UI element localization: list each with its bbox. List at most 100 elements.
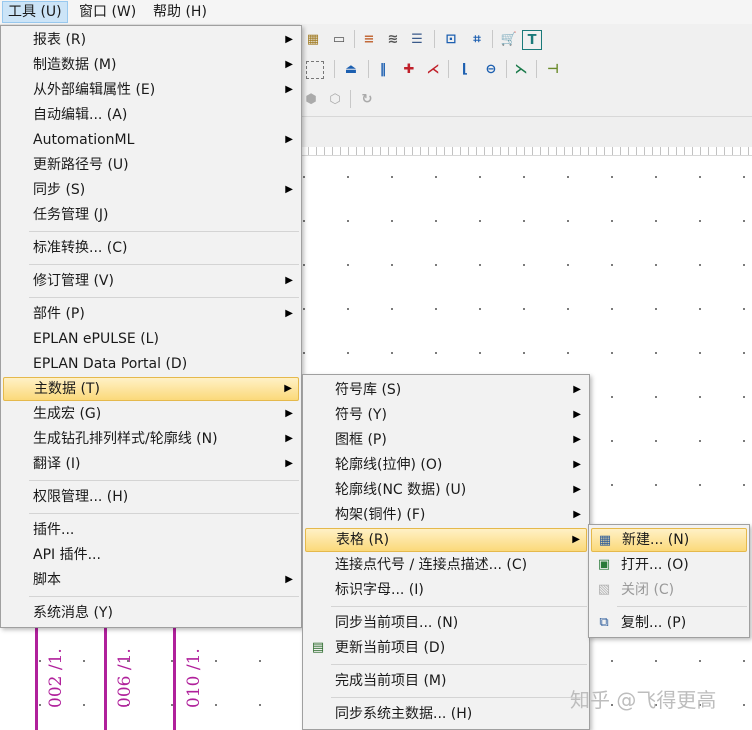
terminal-icon[interactable]: ⏏ <box>340 58 362 80</box>
hex-alt-icon[interactable]: ⬡ <box>324 88 346 110</box>
menu-separator <box>29 264 299 265</box>
submenu-arrow-icon: ▶ <box>573 434 581 445</box>
menu-item-external-edit[interactable]: 从外部编辑属性 (E) ▶ <box>3 78 299 102</box>
menu-item-label: 符号 (Y) <box>335 407 387 423</box>
form-submenu: ▦ 新建... (N) ▣ 打开... (O) ▧ 关闭 (C) ⧉ 复制... (P) <box>588 524 750 638</box>
submenu-arrow-icon: ▶ <box>573 409 581 420</box>
submenu-arrow-icon: ▶ <box>285 59 293 70</box>
menu-item-label: 生成宏 (G) <box>33 406 102 422</box>
menu-item-outline-stretch[interactable]: 轮廓线(拉伸) (O) ▶ <box>305 453 587 477</box>
menu-item-script[interactable]: 脚本 ▶ <box>3 568 299 592</box>
menu-separator <box>331 697 587 698</box>
menu-item-label: 脚本 <box>33 572 61 588</box>
parallel-icon[interactable]: ‖ <box>372 58 394 80</box>
menu-item-parts[interactable]: 部件 (P) ▶ <box>3 302 299 326</box>
menu-item-label: 任务管理 (J) <box>33 207 109 223</box>
menu-item-auto-edit[interactable]: 自动编辑... (A) <box>3 103 299 127</box>
submenu-arrow-icon: ▶ <box>285 84 293 95</box>
menu-item-drill-pattern[interactable]: 生成钻孔排列样式/轮廓线 (N) ▶ <box>3 427 299 451</box>
wire-line <box>173 626 176 730</box>
menu-item-label: 插件... <box>33 522 75 538</box>
cross-ref-label: 002 /1. <box>46 648 66 708</box>
menu-item-update-path[interactable]: 更新路径号 (U) <box>3 153 299 177</box>
text-t-icon[interactable]: T <box>522 30 542 50</box>
menu-item-label: 更新当前项目 (D) <box>335 640 446 656</box>
menu-item-translate[interactable]: 翻译 (I) ▶ <box>3 452 299 476</box>
branch-icon[interactable]: ⋋ <box>510 58 532 80</box>
lines-icon[interactable]: ≡ <box>358 28 380 50</box>
menu-window[interactable]: 窗口 (W) <box>74 2 141 22</box>
text-field-icon[interactable]: ▭ <box>328 28 350 50</box>
menu-item-report[interactable]: 报表 (R) ▶ <box>3 28 299 52</box>
menu-separator <box>29 231 299 232</box>
menu-item-label: 系统消息 (Y) <box>33 605 113 621</box>
menu-item-connection-code[interactable]: 连接点代号 / 连接点描述... (C) <box>305 553 587 577</box>
counter-icon[interactable]: ▦ <box>302 28 324 50</box>
menu-item-label: 构架(铜件) (F) <box>335 507 426 523</box>
cross-ref-label: 006 /1. <box>115 648 135 708</box>
submenu-arrow-icon: ▶ <box>285 275 293 286</box>
menu-item-system-msg[interactable]: 系统消息 (Y) <box>3 601 299 625</box>
menu-item-label: 制造数据 (M) <box>33 57 117 73</box>
cross-icon[interactable]: ✚ <box>398 58 420 80</box>
angle-icon[interactable]: ⋌ <box>422 58 444 80</box>
menu-item-complete-current[interactable]: 完成当前项目 (M) <box>305 669 587 693</box>
menu-item-label: 同步系统主数据... (H) <box>335 706 473 722</box>
menu-item-label: 更新路径号 (U) <box>33 157 129 173</box>
submenu-arrow-icon: ▶ <box>285 34 293 45</box>
menu-item-task-mgmt[interactable]: 任务管理 (J) <box>3 203 299 227</box>
menu-item-label: 权限管理... (H) <box>33 489 129 505</box>
menu-item-label: API 插件... <box>33 547 101 563</box>
corner-icon[interactable]: ⌊ <box>454 58 476 80</box>
submenu-arrow-icon: ▶ <box>284 383 292 394</box>
menu-item-frame[interactable]: 图框 (P) ▶ <box>305 428 587 452</box>
menu-item-outline-nc[interactable]: 轮廓线(NC 数据) (U) ▶ <box>305 478 587 502</box>
wire-line <box>104 626 107 730</box>
menu-item-sync-system[interactable]: 同步系统主数据... (H) <box>305 702 587 726</box>
menu-item-new[interactable]: ▦ 新建... (N) <box>591 528 747 552</box>
menu-separator <box>29 596 299 597</box>
menu-item-update-current[interactable]: ▤ 更新当前项目 (D) <box>305 636 587 660</box>
menu-item-rights-mgmt[interactable]: 权限管理... (H) <box>3 485 299 509</box>
menu-help[interactable]: 帮助 (H) <box>148 2 212 22</box>
menu-item-master-data[interactable]: 主数据 (T) ▶ <box>3 377 299 401</box>
menu-item-rack[interactable]: 构架(铜件) (F) ▶ <box>305 503 587 527</box>
cross-ref-label: 010 /1. <box>184 648 204 708</box>
hex-icon[interactable]: ⬢ <box>300 88 322 110</box>
menu-item-sync-current[interactable]: 同步当前项目... (N) <box>305 611 587 635</box>
menu-item-form[interactable]: 表格 (R) ▶ <box>305 528 587 552</box>
menu-separator <box>331 664 587 665</box>
menu-item-symbol-lib[interactable]: 符号库 (S) ▶ <box>305 378 587 402</box>
menu-item-manufacturing-data[interactable]: 制造数据 (M) ▶ <box>3 53 299 77</box>
menu-item-epulse[interactable]: EPLAN ePULSE (L) <box>3 327 299 351</box>
connector-icon[interactable]: ⊣ <box>542 58 564 80</box>
stack-icon[interactable]: ☰ <box>406 28 428 50</box>
menu-item-std-convert[interactable]: 标准转换... (C) <box>3 236 299 260</box>
menu-item-gen-macro[interactable]: 生成宏 (G) ▶ <box>3 402 299 426</box>
menu-item-plugins[interactable]: 插件... <box>3 518 299 542</box>
square-point-icon[interactable]: ⊡ <box>440 28 462 50</box>
menu-item-open[interactable]: ▣ 打开... (O) <box>591 553 747 577</box>
menu-item-automationml[interactable]: AutomationML ▶ <box>3 128 299 152</box>
select-box-icon[interactable] <box>306 61 324 79</box>
menu-item-label: 轮廓线(NC 数据) (U) <box>335 482 467 498</box>
corners-icon[interactable]: ⌗ <box>466 28 488 50</box>
menu-item-data-portal[interactable]: EPLAN Data Portal (D) <box>3 352 299 376</box>
target-icon[interactable]: ⊖ <box>480 58 502 80</box>
menu-tools[interactable]: 工具 (U) <box>2 1 68 23</box>
refresh-icon[interactable]: ↻ <box>356 88 378 110</box>
menu-item-api-plugins[interactable]: API 插件... <box>3 543 299 567</box>
menu-item-sync[interactable]: 同步 (S) ▶ <box>3 178 299 202</box>
menu-item-ident-char[interactable]: 标识字母... (I) <box>305 578 587 602</box>
cart-icon[interactable]: 🛒 <box>498 28 520 50</box>
menu-item-symbol[interactable]: 符号 (Y) ▶ <box>305 403 587 427</box>
hatch-icon[interactable]: ≋ <box>382 28 404 50</box>
menu-item-copy[interactable]: ⧉ 复制... (P) <box>591 611 747 635</box>
menu-item-label: 关闭 (C) <box>621 582 675 598</box>
update-project-icon: ▤ <box>311 640 325 655</box>
menu-item-label: 同步当前项目... (N) <box>335 615 459 631</box>
open-form-icon: ▣ <box>597 557 611 572</box>
menu-item-revision-mgmt[interactable]: 修订管理 (V) ▶ <box>3 269 299 293</box>
menu-separator <box>29 480 299 481</box>
new-form-icon: ▦ <box>598 533 612 548</box>
